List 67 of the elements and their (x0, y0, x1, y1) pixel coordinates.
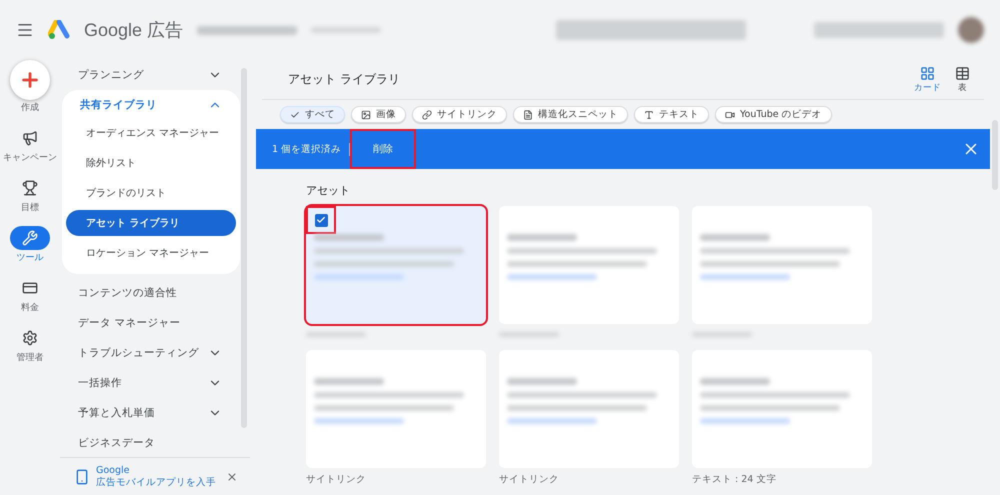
selection-count: 1 個を選択済み (272, 142, 350, 156)
nav-sub-item[interactable]: オーディエンス マネージャー (66, 120, 236, 146)
blurred-text (314, 378, 384, 385)
create-button[interactable] (10, 60, 50, 100)
plus-icon (19, 69, 41, 91)
nav-item[interactable]: 一括操作 (60, 368, 240, 398)
text-icon (644, 110, 654, 120)
promo-link[interactable]: 広告モバイルアプリを入手 (96, 476, 220, 488)
page-title: アセット ライブラリ (288, 71, 400, 88)
delete-button[interactable]: 削除 (350, 129, 416, 169)
check-icon (316, 215, 326, 225)
check-icon (290, 110, 300, 120)
card-caption: サイトリンク (306, 473, 367, 486)
nav-item[interactable]: トラブルシューティング (60, 338, 240, 368)
nav-item[interactable]: 共有ライブラリ (62, 90, 240, 120)
nav-sub-item[interactable]: アセット ライブラリ (66, 210, 236, 236)
nav-item[interactable]: ビジネスデータ (60, 428, 240, 457)
filter-chip[interactable]: 画像 (351, 106, 406, 123)
rail-label[interactable]: ツール (16, 253, 44, 264)
rail-label[interactable]: 管理者 (16, 353, 44, 364)
filter-chip[interactable]: 構造化スニペット (513, 106, 628, 123)
brand-name: Google 広告 (84, 19, 184, 42)
filter-chip[interactable]: すべて (280, 106, 345, 123)
view-toggle[interactable]: カード (914, 66, 941, 94)
filter-chip[interactable]: テキスト (634, 106, 709, 123)
promo-title[interactable]: Google (96, 464, 220, 476)
checkbox[interactable] (306, 206, 336, 234)
rail-label[interactable]: 作成 (21, 103, 39, 114)
nav-sub-item[interactable]: 除外リスト (66, 150, 236, 176)
phone-icon (74, 468, 90, 484)
rail-icon-pill[interactable] (10, 226, 50, 250)
menu-icon[interactable] (16, 21, 34, 39)
close-icon[interactable] (226, 470, 238, 482)
nav-item[interactable]: プランニング (60, 60, 240, 90)
credit-card-icon (22, 280, 38, 296)
grid-icon (920, 66, 935, 80)
megaphone-icon (22, 130, 38, 146)
video-icon (725, 110, 735, 120)
blurred-text (507, 234, 577, 241)
blurred-text (314, 234, 384, 241)
avatar[interactable] (958, 17, 984, 43)
filter-chip[interactable]: サイトリンク (412, 106, 507, 123)
nav-item[interactable]: 予算と入札単価 (60, 398, 240, 428)
nav-sub-item[interactable]: ブランドのリスト (66, 180, 236, 206)
filter-chip[interactable]: YouTube のビデオ (715, 106, 832, 123)
card-caption: テキスト : 24 文字 (692, 473, 778, 486)
trophy-icon (22, 180, 38, 196)
scrollbar[interactable] (241, 68, 247, 428)
wrench-icon (22, 230, 38, 246)
blurred-text (700, 234, 770, 241)
blurred-text (700, 378, 770, 385)
view-toggle[interactable]: 表 (955, 66, 970, 94)
table-icon (955, 66, 970, 80)
settings-icon (22, 330, 38, 346)
blurred-text (507, 378, 577, 385)
document-icon (523, 110, 533, 120)
image-icon (361, 110, 371, 120)
card-caption: サイトリンク (499, 473, 560, 486)
nav-item[interactable]: データ マネージャー (60, 308, 240, 338)
rail-label[interactable]: 料金 (21, 303, 39, 314)
nav-item[interactable]: コンテンツの適合性 (60, 278, 240, 308)
link-icon (422, 110, 432, 120)
rail-label[interactable]: キャンペーン (3, 153, 57, 164)
nav-sub-item[interactable]: ロケーション マネージャー (66, 240, 236, 266)
logo-icon (48, 20, 70, 40)
rail-label[interactable]: 目標 (21, 203, 39, 214)
section-title: アセット (305, 183, 351, 199)
